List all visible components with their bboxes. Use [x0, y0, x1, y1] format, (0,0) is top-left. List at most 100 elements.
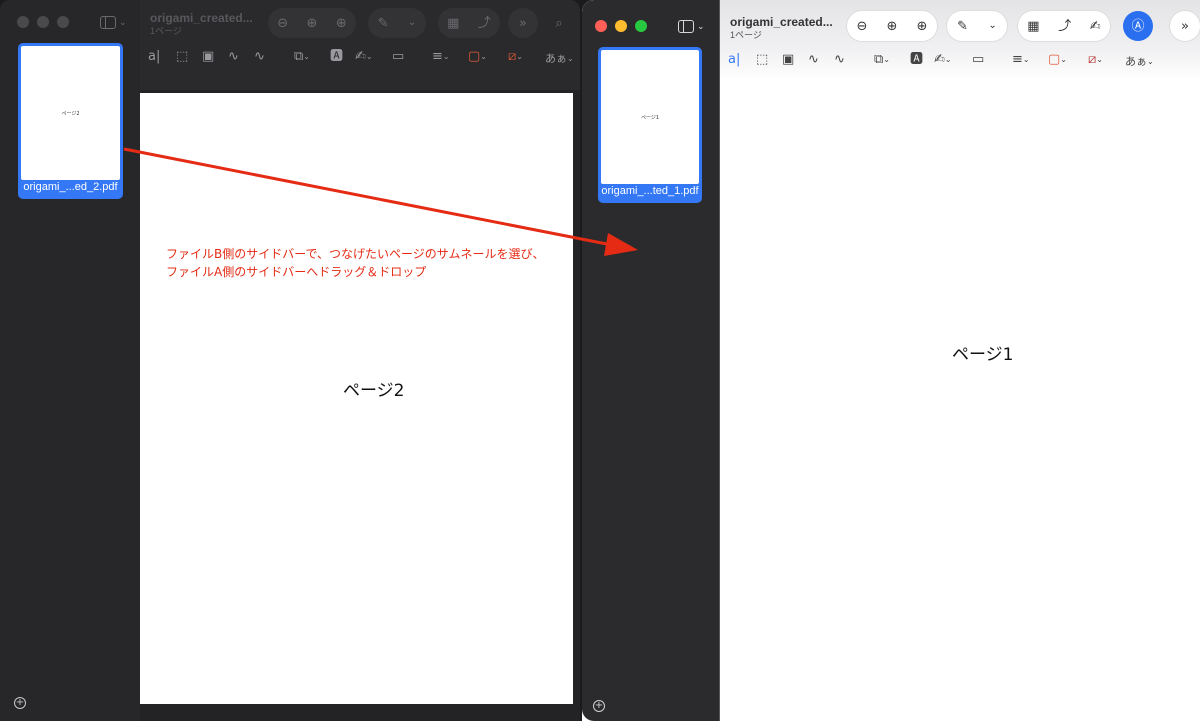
page-layout-tool[interactable]: ▭ — [392, 50, 404, 63]
chevron-down-icon: ⌄ — [697, 21, 705, 32]
more-button[interactable]: » — [508, 8, 538, 38]
signature-icon: ✍ — [355, 49, 366, 64]
text-selection-tool[interactable]: a| — [728, 53, 740, 66]
window-subtitle: 1ページ — [730, 30, 762, 40]
page-layout-tool[interactable]: ▭ — [972, 53, 984, 66]
image-icon[interactable]: ▦ — [1027, 20, 1039, 33]
close-button[interactable] — [595, 20, 607, 32]
chevron-down-icon: ⌄ — [944, 55, 952, 64]
page-label: ページ2 — [343, 381, 405, 401]
sidebar-toggle-icon — [678, 20, 694, 33]
minimize-button[interactable] — [615, 20, 627, 32]
instant-alpha-tool[interactable]: ▣ — [202, 50, 214, 63]
zoom-in-icon[interactable]: ⊕ — [887, 20, 898, 33]
signature-icon: ✍ — [934, 52, 945, 67]
instant-alpha-tool[interactable]: ▣ — [782, 53, 794, 66]
text-style-menu[interactable]: あぁ ⌄ — [545, 50, 574, 66]
window-subtitle: 1ページ — [150, 26, 182, 36]
sidebar-toggle-button[interactable]: ⌄ — [678, 20, 705, 33]
border-color-icon: ▢ — [468, 49, 481, 64]
instant-alpha-icon: ▣ — [782, 52, 795, 67]
line-style-menu[interactable]: ≡ ⌄ — [432, 50, 450, 63]
add-page-icon[interactable]: + — [14, 697, 26, 709]
shapes-icon: ⧉ — [294, 49, 304, 64]
page-margin — [140, 704, 580, 721]
search-button[interactable]: ⌕ — [544, 8, 574, 38]
sidebar-toggle-button[interactable]: ⌄ — [100, 16, 127, 29]
fill-color-menu[interactable]: ⧄ ⌄ — [1088, 53, 1103, 66]
zoom-out-icon[interactable]: ⊖ — [277, 17, 288, 30]
add-page-icon[interactable]: + — [593, 700, 605, 712]
page-thumbnail[interactable]: ページ1 origami_...ted_1.pdf — [598, 47, 702, 203]
zoom-fit-icon[interactable]: ⊕ — [917, 20, 928, 33]
zoom-button[interactable] — [57, 16, 69, 28]
window-controls — [17, 16, 69, 28]
window-icon: ▭ — [972, 52, 985, 67]
toolbar: origami_created... 1ページ ⊖ ⊕ ⊕ ✎ ⌄ ▦ ⤴ » … — [140, 0, 580, 90]
text-box-icon: 🅰 — [330, 49, 344, 64]
markup-button[interactable]: Ⓐ — [1123, 11, 1153, 41]
shapes-menu[interactable]: ⧉ ⌄ — [294, 50, 310, 63]
chevron-down-icon[interactable]: ⌄ — [988, 21, 996, 31]
rotate-icon[interactable]: ⤴ — [1058, 20, 1071, 33]
border-color-icon: ▢ — [1048, 52, 1061, 67]
sketch-tool[interactable]: ∿ — [808, 53, 819, 66]
text-selection-tool[interactable]: a| — [148, 50, 160, 63]
markup-icon: Ⓐ — [1131, 18, 1145, 34]
border-color-menu[interactable]: ▢ ⌄ — [468, 50, 487, 63]
chevron-down-icon: ⌄ — [442, 52, 450, 61]
thumbnail-page-text: ページ1 — [640, 114, 660, 121]
minimize-button[interactable] — [37, 16, 49, 28]
chevron-down-icon: ⌄ — [1060, 55, 1067, 64]
draw-tool[interactable]: ∿ — [834, 53, 845, 66]
page-thumbnail[interactable]: ページ2 origami_...ed_2.pdf — [18, 43, 123, 199]
instruction-note-line-2: ファイルA側のサイドバーへドラッグ＆ドロップ — [166, 265, 427, 279]
zoom-controls: ⊖ ⊕ ⊕ — [268, 8, 356, 38]
pen-icon[interactable]: ✎ — [378, 17, 389, 30]
line-style-icon: ≡ — [432, 49, 443, 64]
sign-menu[interactable]: ✍ ⌄ — [355, 50, 373, 63]
text-box-tool[interactable]: 🅰 — [910, 53, 923, 66]
window-title: origami_created... — [150, 11, 253, 25]
text-style-label: あぁ — [545, 52, 567, 65]
highlight-controls: ✎ ⌄ — [947, 11, 1007, 41]
pen-icon[interactable]: ✎ — [957, 20, 968, 33]
signature-icon[interactable]: ✍ — [1090, 20, 1101, 33]
zoom-button[interactable] — [635, 20, 647, 32]
zoom-fit-icon[interactable]: ⊕ — [336, 17, 347, 30]
draw-tool[interactable]: ∿ — [254, 50, 265, 63]
border-color-menu[interactable]: ▢ ⌄ — [1048, 53, 1067, 66]
rect-selection-tool[interactable]: ⬚ — [176, 50, 188, 63]
sketch-tool[interactable]: ∿ — [228, 50, 239, 63]
text-box-icon: 🅰 — [910, 52, 924, 67]
rect-selection-tool[interactable]: ⬚ — [756, 53, 768, 66]
line-style-icon: ≡ — [1012, 52, 1023, 67]
line-style-menu[interactable]: ≡ ⌄ — [1012, 53, 1030, 66]
zoom-controls: ⊖ ⊕ ⊕ — [847, 11, 937, 41]
more-icon: » — [1181, 18, 1189, 34]
chevron-down-icon: ⌄ — [480, 52, 487, 61]
chevron-down-icon[interactable]: ⌄ — [408, 18, 416, 28]
chevron-down-icon: ⌄ — [1147, 56, 1154, 66]
zoom-out-icon[interactable]: ⊖ — [857, 20, 868, 33]
thumbnail-caption: origami_...ted_1.pdf — [601, 185, 699, 197]
image-icon[interactable]: ▦ — [447, 17, 459, 30]
highlight-controls: ✎ ⌄ — [368, 8, 426, 38]
rotate-icon[interactable]: ⤴ — [478, 17, 491, 30]
preview-window-file-b: ⌄ ページ2 origami_...ed_2.pdf + origami_cre… — [0, 0, 580, 721]
text-style-menu[interactable]: あぁ ⌄ — [1125, 53, 1154, 69]
draw-icon: ∿ — [254, 49, 265, 64]
chevron-down-icon: ⌄ — [516, 52, 523, 61]
fill-color-menu[interactable]: ⧄ ⌄ — [508, 50, 523, 63]
close-button[interactable] — [17, 16, 29, 28]
thumbnail-caption: origami_...ed_2.pdf — [23, 181, 118, 193]
window-title: origami_created... — [730, 15, 833, 29]
shapes-menu[interactable]: ⧉ ⌄ — [874, 53, 890, 66]
text-box-tool[interactable]: 🅰 — [330, 50, 343, 63]
sign-menu[interactable]: ✍ ⌄ — [934, 53, 952, 66]
more-button[interactable]: » — [1170, 11, 1200, 41]
chevron-down-icon: ⌄ — [567, 53, 574, 63]
thumbnail-paper: ページ2 — [21, 46, 120, 180]
zoom-in-icon[interactable]: ⊕ — [307, 17, 318, 30]
rect-select-icon: ⬚ — [756, 52, 769, 67]
